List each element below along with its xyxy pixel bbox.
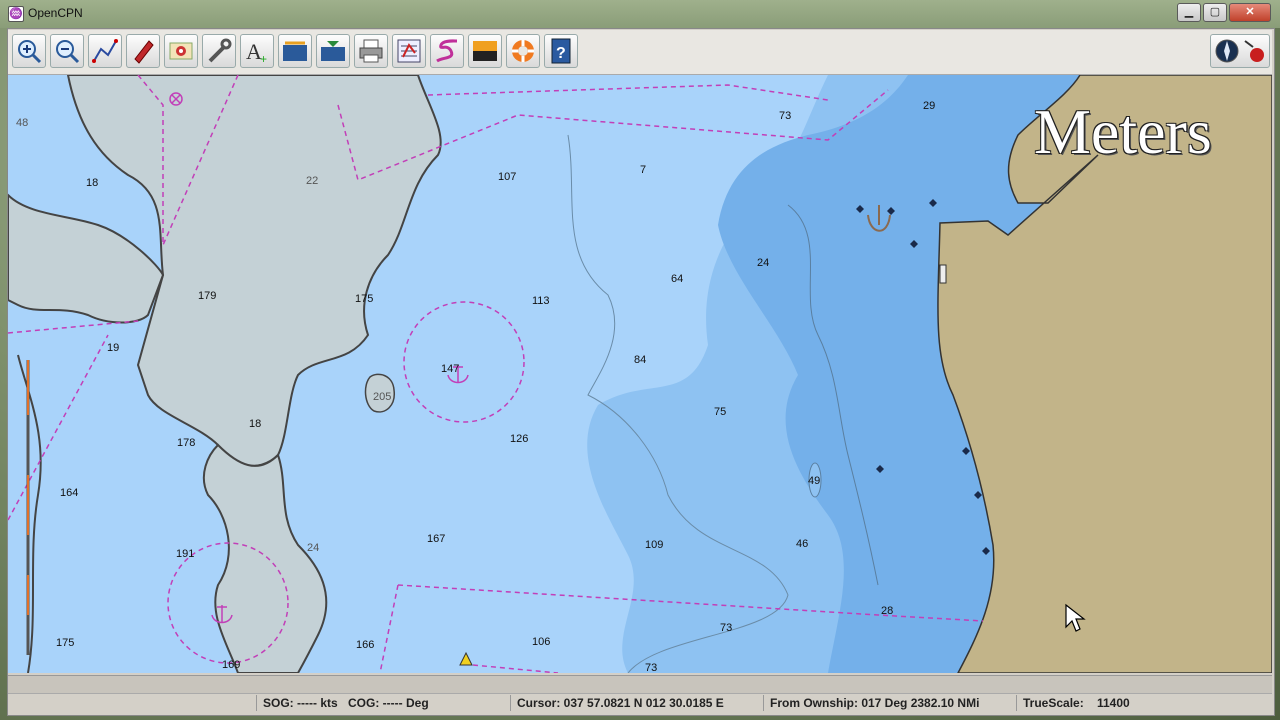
depth-sounding: 178 (177, 437, 196, 449)
track-icon (436, 39, 458, 63)
compass-button[interactable] (1210, 34, 1270, 68)
route-manager-button[interactable] (392, 34, 426, 68)
window-title: OpenCPN (28, 6, 83, 20)
depth-sounding: 175 (56, 637, 75, 649)
chart-canvas[interactable]: 48 18 22 107 7 73 29 179 175 113 64 24 19 147 84 205 75 1… (8, 75, 1272, 673)
svg-text:+: + (260, 52, 267, 65)
current-button[interactable] (316, 34, 350, 68)
minimize-button[interactable]: ▁ (1177, 3, 1201, 22)
depth-sounding: 28 (881, 605, 894, 617)
close-button[interactable]: ✕ (1229, 3, 1271, 22)
buoy-icon (459, 651, 473, 666)
depth-sounding: 18 (249, 418, 262, 430)
depth-sounding: 75 (714, 406, 727, 418)
text-icon: A+ (246, 39, 267, 65)
route-button[interactable] (88, 34, 122, 68)
depth-sounding: 109 (645, 539, 664, 551)
anchorage-circle (403, 301, 525, 423)
title-bar[interactable]: ♒ OpenCPN ▁ ▢ ✕ (0, 0, 1280, 28)
chart-quilt-button[interactable] (164, 34, 198, 68)
svg-text:?: ? (556, 45, 566, 62)
text-button[interactable]: A + (240, 34, 274, 68)
printer-icon (359, 39, 383, 63)
depth-sounding: 113 (532, 295, 550, 307)
depth-sounding: 73 (720, 622, 733, 634)
depth-sounding: 106 (532, 636, 551, 648)
print-button[interactable] (354, 34, 388, 68)
depth-sounding: 191 (176, 548, 195, 560)
depth-sounding: 29 (923, 100, 936, 112)
units-overlay: Meters (1034, 96, 1212, 167)
settings-button[interactable] (202, 34, 236, 68)
color-scheme-icon (473, 41, 497, 61)
truescale-value: 11400 (1097, 696, 1130, 710)
zoom-in-button[interactable] (12, 34, 46, 68)
depth-sounding: 175 (355, 293, 374, 305)
depth-sounding: 147 (441, 363, 460, 375)
route-manager-icon (397, 39, 421, 63)
lifebuoy-icon (512, 40, 534, 62)
depth-sounding: 107 (498, 171, 517, 183)
help-icon: ? (551, 38, 571, 64)
toolbar: A + ? (8, 30, 1272, 75)
sog-readout: SOG: ----- kts (256, 695, 338, 711)
depth-sounding: 164 (60, 487, 79, 499)
depth-sounding: 19 (107, 342, 120, 354)
depth-sounding: 73 (779, 110, 792, 122)
current-icon (321, 41, 345, 61)
help-button[interactable]: ? (544, 34, 578, 68)
depth-sounding: 7 (640, 164, 647, 176)
depth-sounding: 126 (510, 433, 529, 445)
app-icon: ♒ (8, 6, 24, 22)
depth-sounding: 48 (16, 117, 29, 129)
depth-sounding: 64 (671, 273, 684, 285)
depth-sounding: 169 (222, 659, 241, 671)
from-ownship-readout: From Ownship: 017 Deg 2382.10 NMi (763, 695, 979, 711)
mob-button[interactable] (506, 34, 540, 68)
zoom-out-button[interactable] (50, 34, 84, 68)
track-button[interactable] (430, 34, 464, 68)
ship-icon (134, 40, 154, 64)
depth-sounding: 24 (757, 257, 770, 269)
depth-sounding: 205 (373, 391, 392, 403)
status-bar-top (8, 675, 1272, 694)
tide-current-button[interactable] (278, 34, 312, 68)
chart-icon (169, 42, 193, 60)
depth-sounding: 167 (427, 533, 446, 545)
cursor-position-readout: Cursor: 037 57.0821 N 012 30.0185 E (510, 695, 724, 711)
pier-marker (939, 264, 947, 284)
depth-sounding: 73 (645, 662, 658, 673)
depth-sounding: 166 (356, 639, 375, 651)
depth-sounding: 24 (307, 542, 320, 554)
compass-icon (1215, 39, 1264, 63)
mouse-cursor-icon (1065, 603, 1086, 632)
depth-sounding: 18 (86, 177, 99, 189)
wrench-icon (208, 38, 232, 63)
depth-sounding: 179 (198, 290, 217, 302)
depth-sounding: 84 (634, 354, 647, 366)
depth-sounding: 49 (808, 475, 821, 487)
drying-area-west (8, 193, 165, 324)
ship-tool-button[interactable] (126, 34, 160, 68)
tide-icon (283, 41, 307, 61)
zoom-out-icon (56, 40, 80, 64)
zoom-in-icon (18, 40, 42, 64)
drying-area-south (202, 443, 328, 673)
status-bar: SOG: ----- kts COG: ----- Deg Cursor: 03… (8, 675, 1272, 713)
route-icon (92, 39, 118, 63)
color-scheme-button[interactable] (468, 34, 502, 68)
depth-sounding: 22 (306, 175, 319, 187)
maximize-button[interactable]: ▢ (1203, 3, 1227, 22)
depth-sounding: 46 (796, 538, 809, 550)
cog-readout: COG: ----- Deg (348, 696, 429, 710)
truescale-label: TrueScale: (1016, 695, 1084, 711)
